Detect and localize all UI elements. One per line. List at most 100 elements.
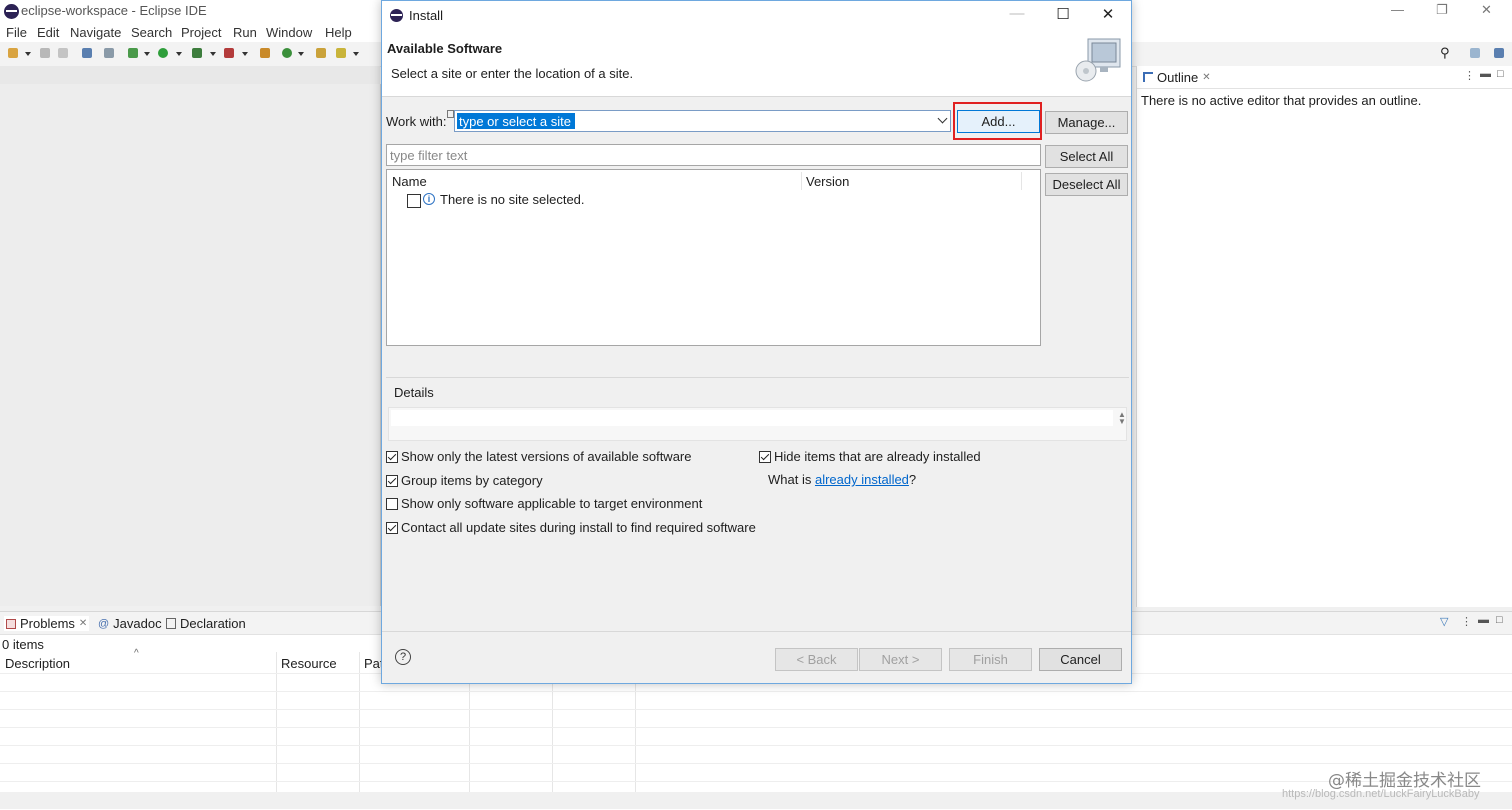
save-all-icon[interactable] (58, 48, 68, 58)
close-icon[interactable]: ✕ (1097, 5, 1119, 23)
column-description[interactable]: Description (5, 656, 70, 671)
column-name[interactable]: Name (392, 174, 427, 189)
contact-sites-option[interactable]: Contact all update sites during install … (386, 520, 756, 535)
tab-problems[interactable]: Problems ✕ (4, 616, 90, 631)
target-env-checkbox[interactable] (386, 497, 398, 510)
table-row (0, 727, 1512, 728)
dialog-title: Install (409, 8, 443, 23)
chevron-down-icon[interactable] (242, 52, 248, 56)
skip-breakpoints-icon[interactable] (104, 48, 114, 58)
debug-icon[interactable] (128, 48, 138, 58)
hide-installed-label: Hide items that are already installed (774, 449, 981, 464)
row-checkbox[interactable] (407, 194, 421, 208)
contact-sites-checkbox[interactable] (386, 521, 398, 534)
latest-versions-option[interactable]: Show only the latest versions of availab… (386, 449, 692, 464)
save-icon[interactable] (40, 48, 50, 58)
new-class-icon[interactable] (282, 48, 292, 58)
open-type-icon[interactable] (316, 48, 326, 58)
finish-button[interactable]: Finish (949, 648, 1032, 671)
run-icon[interactable] (158, 48, 168, 58)
chevron-down-icon[interactable] (176, 52, 182, 56)
coverage-icon[interactable] (192, 48, 202, 58)
hide-installed-option[interactable]: Hide items that are already installed (759, 449, 981, 464)
tab-outline[interactable]: Outline ✕ (1139, 66, 1217, 88)
new-icon[interactable] (8, 48, 18, 58)
menu-search[interactable]: Search (131, 25, 172, 40)
minimize-icon[interactable]: ▬ (1480, 68, 1491, 80)
column-divider (801, 172, 802, 190)
help-icon[interactable]: ? (395, 649, 411, 665)
work-with-input[interactable] (457, 113, 575, 129)
java-perspective-icon[interactable] (1494, 48, 1504, 58)
problems-icon (6, 618, 16, 629)
tab-declaration[interactable]: Declaration (166, 616, 246, 631)
view-menu-icon[interactable]: ⋮ (1464, 69, 1475, 82)
close-icon[interactable]: ✕ (1481, 2, 1492, 18)
back-button[interactable]: < Back (775, 648, 858, 671)
divider (386, 377, 1129, 378)
target-env-label: Show only software applicable to target … (401, 496, 703, 511)
close-icon[interactable]: ✕ (79, 618, 87, 629)
table-row (0, 709, 1512, 710)
menu-navigate[interactable]: Navigate (70, 25, 121, 40)
view-menu-icon[interactable]: ⋮ (1461, 615, 1472, 628)
minimize-icon[interactable]: — (1391, 2, 1404, 17)
minimize-icon: — (1009, 5, 1025, 22)
close-icon[interactable]: ✕ (1202, 72, 1210, 83)
tab-javadoc[interactable]: @ Javadoc (98, 616, 162, 631)
new-package-icon[interactable] (260, 48, 270, 58)
search-icon[interactable]: ⚲ (1440, 45, 1450, 61)
filter-icon[interactable]: ▽ (1440, 615, 1448, 628)
column-resource[interactable]: Resource (281, 656, 337, 671)
next-button[interactable]: Next > (859, 648, 942, 671)
group-by-category-option[interactable]: Group items by category (386, 473, 543, 488)
deselect-all-button[interactable]: Deselect All (1045, 173, 1128, 196)
dialog-title-bar: Install — ☐ ✕ (382, 1, 1131, 31)
outline-tab-label: Outline (1157, 69, 1199, 85)
javadoc-icon: @ (98, 617, 110, 630)
chevron-down-icon[interactable] (25, 52, 31, 56)
chevron-down-icon[interactable] (210, 52, 216, 56)
what-is-prefix: What is (768, 472, 815, 487)
filter-field[interactable] (386, 144, 1041, 166)
terminal-icon[interactable] (82, 48, 92, 58)
menu-help[interactable]: Help (325, 25, 352, 40)
table-row (0, 763, 1512, 764)
menu-window[interactable]: Window (266, 25, 312, 40)
menu-project[interactable]: Project (181, 25, 221, 40)
manage-button[interactable]: Manage... (1045, 111, 1128, 134)
chevron-down-icon[interactable] (353, 52, 359, 56)
menu-edit[interactable]: Edit (37, 25, 59, 40)
menu-run[interactable]: Run (233, 25, 257, 40)
maximize-icon[interactable]: □ (1496, 614, 1503, 626)
restore-icon[interactable]: ❐ (1436, 2, 1448, 18)
contact-sites-label: Contact all update sites during install … (401, 520, 756, 535)
maximize-icon[interactable]: ☐ (1052, 5, 1074, 23)
filter-input[interactable] (387, 145, 1033, 165)
header-subtitle: Select a site or enter the location of a… (391, 66, 634, 81)
already-installed-link[interactable]: already installed (815, 472, 909, 487)
chevron-down-icon[interactable] (937, 113, 948, 124)
install-dialog: Install — ☐ ✕ Available Software Select … (381, 0, 1132, 684)
cancel-button[interactable]: Cancel (1039, 648, 1122, 671)
what-is-suffix: ? (908, 472, 917, 487)
outline-panel: Outline ✕ ⋮ ▬ □ There is no active edito… (1136, 66, 1512, 607)
empty-table-message: There is no site selected. (440, 192, 585, 207)
group-by-category-checkbox[interactable] (386, 474, 398, 487)
work-with-combo[interactable] (454, 110, 951, 132)
scroll-arrows-icon[interactable]: ▲ ▼ (1118, 411, 1126, 426)
latest-versions-checkbox[interactable] (386, 450, 398, 463)
chevron-down-icon[interactable] (298, 52, 304, 56)
table-row (0, 745, 1512, 746)
select-all-button[interactable]: Select All (1045, 145, 1128, 168)
maximize-icon[interactable]: □ (1497, 68, 1504, 80)
hide-installed-checkbox[interactable] (759, 450, 771, 463)
column-version[interactable]: Version (806, 174, 849, 189)
open-perspective-icon[interactable] (1470, 48, 1480, 58)
search-tool-icon[interactable] (336, 48, 346, 58)
chevron-down-icon[interactable] (144, 52, 150, 56)
target-env-option[interactable]: Show only software applicable to target … (386, 496, 702, 511)
minimize-icon[interactable]: ▬ (1478, 614, 1489, 626)
menu-file[interactable]: File (6, 25, 27, 40)
external-tools-icon[interactable] (224, 48, 234, 58)
